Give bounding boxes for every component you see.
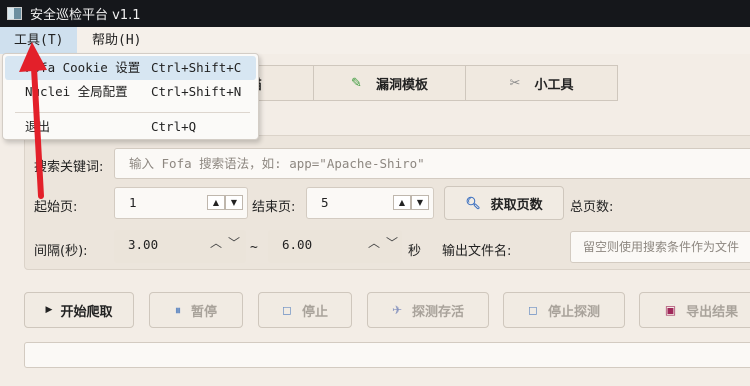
annotation-arrow — [19, 42, 47, 199]
